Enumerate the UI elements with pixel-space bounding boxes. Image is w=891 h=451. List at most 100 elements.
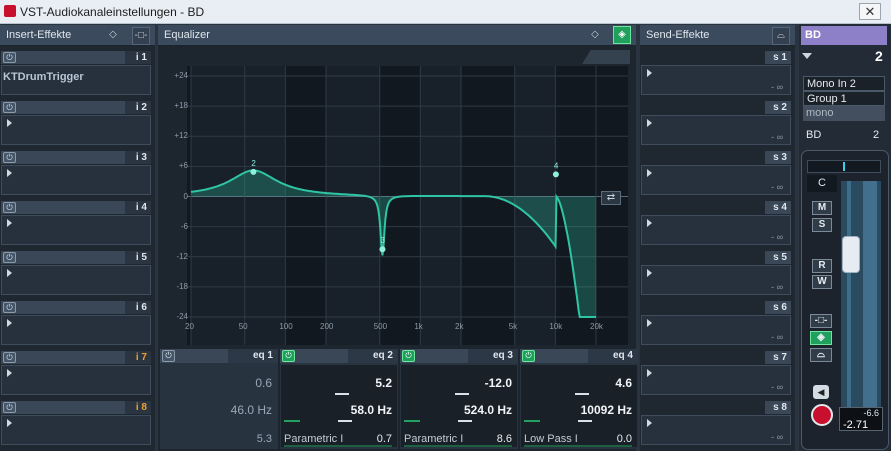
power-icon[interactable]: ⏻	[3, 52, 16, 63]
expand-arrow-icon[interactable]	[647, 169, 652, 177]
insert-slot-box[interactable]	[1, 415, 151, 445]
insert-slot-box[interactable]	[1, 165, 151, 195]
send-slot[interactable]: s 3 - ∞	[641, 151, 791, 195]
insert-slot[interactable]: ⏻ i 4	[1, 201, 151, 245]
send-slot[interactable]: s 4 - ∞	[641, 201, 791, 245]
insert-slot-box[interactable]	[1, 315, 151, 345]
read-automation-button[interactable]: R	[812, 259, 832, 273]
send-slot[interactable]: s 2 - ∞	[641, 101, 791, 145]
eq-curve-svg[interactable]: 2 3 4	[187, 66, 628, 345]
eq-curve-display[interactable]: 2 3 4	[187, 66, 628, 345]
insert-slot[interactable]: ⏻ i 5	[1, 251, 151, 295]
eq-filter-type[interactable]: Low Pass I	[524, 433, 578, 445]
eq-gain-value[interactable]: 5.2	[375, 376, 392, 390]
insert-slot[interactable]: ⏻ i 2	[1, 101, 151, 145]
expand-arrow-icon[interactable]	[7, 219, 12, 227]
expand-arrow-icon[interactable]	[647, 219, 652, 227]
send-slot[interactable]: s 7 - ∞	[641, 351, 791, 395]
send-bypass-channel-icon[interactable]: ⌓	[810, 348, 832, 362]
insert-slot[interactable]: ⏻ i 3	[1, 151, 151, 195]
eq-gain-slider[interactable]	[335, 393, 349, 395]
insert-bypass-icon[interactable]: -□-	[132, 27, 150, 45]
send-slot[interactable]: s 6 - ∞	[641, 301, 791, 345]
eq-gain-value[interactable]: -12.0	[485, 376, 512, 390]
input-routing[interactable]: Mono In 2	[803, 76, 885, 91]
channel-name-bar[interactable]: BD	[801, 26, 887, 45]
insert-slot-box[interactable]	[1, 265, 151, 295]
insert-preset-icon[interactable]: ◇	[104, 27, 122, 45]
send-slot-box[interactable]	[641, 365, 791, 395]
eq-q-value[interactable]: 0.0	[617, 433, 632, 445]
send-slot[interactable]: s 5 - ∞	[641, 251, 791, 295]
mute-button[interactable]: M	[812, 201, 832, 215]
expand-arrow-icon[interactable]	[7, 119, 12, 127]
eq-freq-slider[interactable]	[404, 420, 420, 422]
eq-gain-slider[interactable]	[455, 393, 469, 395]
send-slot-box[interactable]	[641, 315, 791, 345]
eq-band-power-icon[interactable]: ⏻	[402, 350, 415, 362]
expand-arrow-icon[interactable]	[647, 319, 652, 327]
eq-gain-value[interactable]: 4.6	[615, 376, 632, 390]
monitor-icon[interactable]: ◀	[813, 385, 829, 399]
insert-bypass-channel-icon[interactable]: -□-	[810, 314, 832, 328]
insert-slot-box[interactable]	[1, 365, 151, 395]
eq-bypass-channel-icon[interactable]: ◈	[810, 331, 832, 345]
eq-q-value[interactable]: 8.6	[497, 433, 512, 445]
eq-freq-slider[interactable]	[524, 420, 540, 422]
power-icon[interactable]: ⏻	[3, 102, 16, 113]
send-slot-box[interactable]	[641, 215, 791, 245]
send-slot-box[interactable]	[641, 65, 791, 95]
expand-arrow-icon[interactable]	[647, 419, 652, 427]
expand-arrow-icon[interactable]	[7, 369, 12, 377]
eq-freq-value[interactable]: 524.0 Hz	[464, 403, 512, 417]
power-icon[interactable]: ⏻	[3, 302, 16, 313]
close-window-button[interactable]: ✕	[859, 3, 881, 20]
eq-filter-type[interactable]: Parametric I	[284, 433, 343, 445]
expand-arrow-icon[interactable]	[647, 69, 652, 77]
eq-q-slider[interactable]	[284, 445, 392, 447]
eq-gain-value[interactable]: 0.6	[255, 376, 272, 390]
expand-arrow-icon[interactable]	[7, 319, 12, 327]
expand-arrow-icon[interactable]	[7, 419, 12, 427]
insert-plugin-name[interactable]: KTDrumTrigger	[3, 71, 84, 83]
power-icon[interactable]: ⏻	[3, 402, 16, 413]
channel-dropdown-icon[interactable]	[802, 53, 812, 59]
power-icon[interactable]: ⏻	[3, 352, 16, 363]
eq-q-slider[interactable]	[524, 445, 632, 447]
fader-track[interactable]	[841, 181, 881, 409]
send-slot-box[interactable]	[641, 165, 791, 195]
volume-fader-handle[interactable]	[842, 236, 860, 273]
power-icon[interactable]: ⏻	[3, 152, 16, 163]
insert-slot[interactable]: ⏻ i 7	[1, 351, 151, 395]
send-bypass-icon[interactable]: ⌓	[772, 27, 790, 45]
eq-preset-icon[interactable]: ◇	[586, 27, 604, 45]
write-automation-button[interactable]: W	[812, 275, 832, 289]
eq-freq-value[interactable]: 46.0 Hz	[231, 403, 272, 417]
insert-slot-box[interactable]	[1, 215, 151, 245]
expand-arrow-icon[interactable]	[647, 119, 652, 127]
send-slot-box[interactable]	[641, 265, 791, 295]
eq-q-value[interactable]: 0.7	[377, 433, 392, 445]
solo-button[interactable]: S	[812, 218, 832, 232]
expand-arrow-icon[interactable]	[647, 369, 652, 377]
insert-slot[interactable]: ⏻ i 6	[1, 301, 151, 345]
expand-arrow-icon[interactable]	[7, 169, 12, 177]
insert-slot[interactable]: ⏻ i 8	[1, 401, 151, 445]
eq-q-slider[interactable]	[404, 445, 512, 447]
send-slot-box[interactable]	[641, 115, 791, 145]
insert-slot-box[interactable]	[1, 115, 151, 145]
send-slot-box[interactable]	[641, 415, 791, 445]
eq-band-power-icon[interactable]: ⏻	[522, 350, 535, 362]
eq-filter-type[interactable]: Parametric I	[404, 433, 463, 445]
power-icon[interactable]: ⏻	[3, 252, 16, 263]
eq-bypass-icon[interactable]: ◈	[613, 26, 631, 44]
insert-slot[interactable]: ⏻ i 1 KTDrumTrigger	[1, 51, 151, 95]
output-routing[interactable]: Group 1	[803, 91, 885, 106]
eq-freq-value[interactable]: 58.0 Hz	[351, 403, 392, 417]
eq-freq-slider[interactable]	[284, 420, 300, 422]
send-slot[interactable]: s 1 - ∞	[641, 51, 791, 95]
send-slot[interactable]: s 8 - ∞	[641, 401, 791, 445]
eq-gain-slider[interactable]	[575, 393, 589, 395]
eq-freq-value[interactable]: 10092 Hz	[581, 403, 632, 417]
pan-slider[interactable]	[807, 160, 881, 173]
